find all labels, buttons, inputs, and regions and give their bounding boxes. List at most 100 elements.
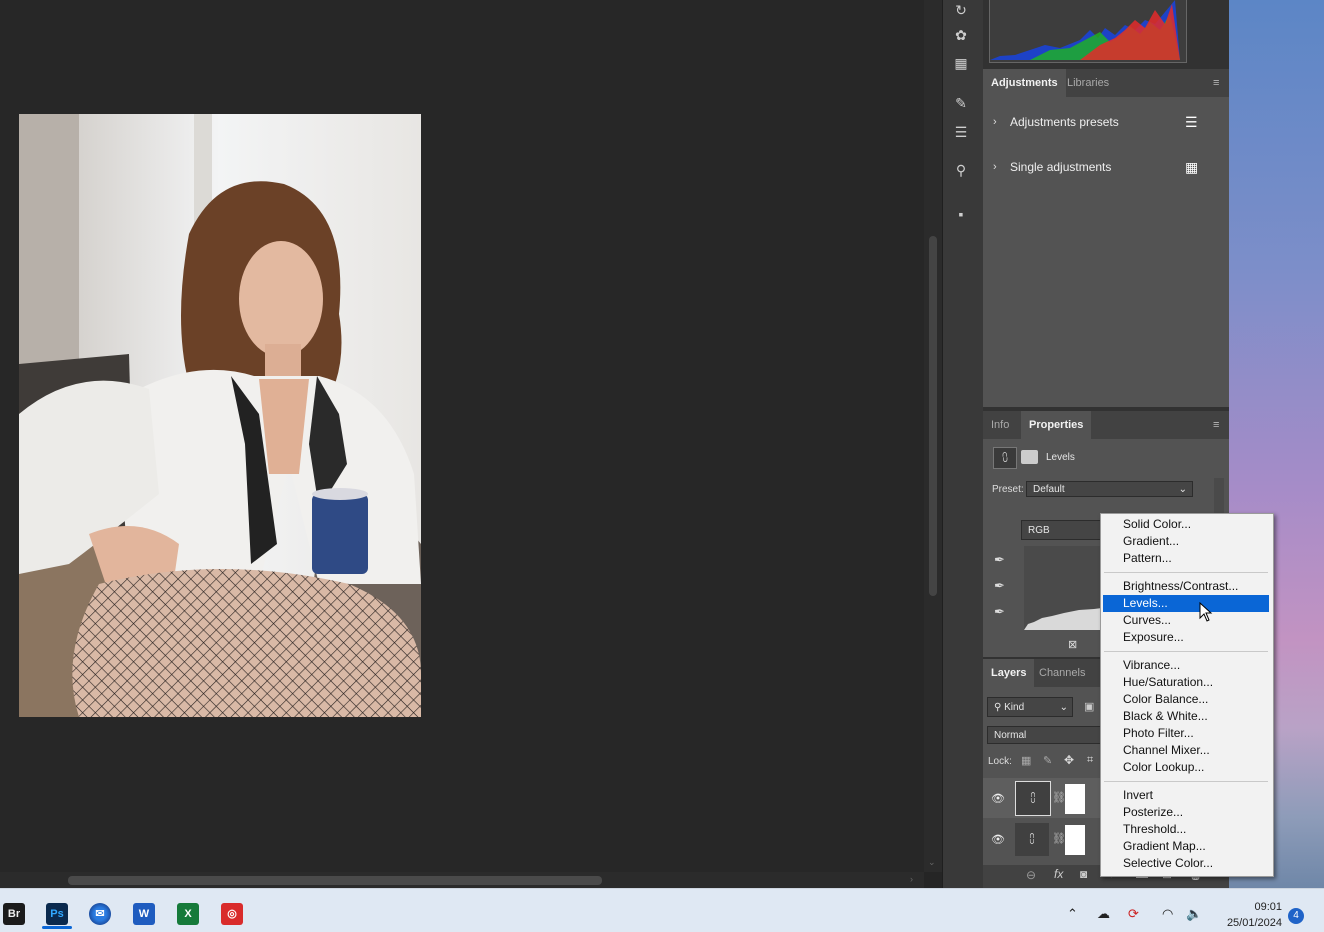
excel-app-icon[interactable]: X — [177, 903, 199, 925]
black-point-eyedropper-icon[interactable]: ✒ — [994, 552, 1005, 568]
lock-position-icon[interactable]: ✥ — [1064, 753, 1074, 767]
adjustments-tabbar: Adjustments Libraries ≡ — [983, 69, 1229, 97]
history-icon[interactable]: ↻ — [950, 0, 972, 20]
menu-item-color-lookup[interactable]: Color Lookup... — [1103, 759, 1269, 776]
panel-menu-icon[interactable]: ≡ — [1213, 420, 1223, 431]
channel-value: RGB — [1028, 525, 1050, 536]
scroll-down-arrow-icon[interactable]: ⌄ — [928, 857, 936, 868]
word-app-icon[interactable]: W — [133, 903, 155, 925]
tab-libraries[interactable]: Libraries — [1059, 69, 1117, 97]
menu-item-selective-color[interactable]: Selective Color... — [1103, 855, 1269, 872]
layer-mask-icon[interactable] — [1021, 450, 1038, 464]
preset-dropdown[interactable]: Default ⌄ — [1026, 481, 1193, 497]
vertical-scroll-thumb[interactable] — [929, 236, 937, 596]
chain-link-icon[interactable]: ⛓ — [1052, 832, 1066, 845]
white-point-eyedropper-icon[interactable]: ✒ — [994, 604, 1005, 620]
lock-transparency-icon[interactable]: ▦ — [1021, 754, 1031, 767]
menu-item-vibrance[interactable]: Vibrance... — [1103, 657, 1269, 674]
notification-badge[interactable]: 4 — [1288, 908, 1304, 924]
visibility-eye-icon[interactable]: 👁 — [991, 792, 1005, 805]
mouse-pointer-icon — [1199, 601, 1213, 625]
clip-to-layer-icon[interactable]: ⊠ — [1068, 638, 1077, 651]
menu-separator — [1104, 572, 1268, 573]
menu-item-gradient[interactable]: Gradient... — [1103, 533, 1269, 550]
glyphs-icon[interactable]: ▪ — [950, 204, 972, 224]
adjustments-panel — [983, 97, 1229, 407]
adjustments-presets-row[interactable]: › Adjustments presets ☰ — [983, 109, 1229, 135]
menu-item-brightness-contrast[interactable]: Brightness/Contrast... — [1103, 578, 1269, 595]
properties-tabbar: Info Properties ≡ — [983, 411, 1229, 439]
tab-adjustments[interactable]: Adjustments — [983, 69, 1066, 97]
menu-item-photo-filter[interactable]: Photo Filter... — [1103, 725, 1269, 742]
recorder-app-icon[interactable]: ◎ — [221, 903, 243, 925]
chevron-up-icon[interactable]: ⌃ — [1067, 906, 1078, 922]
link-layers-icon[interactable]: ⊖ — [1026, 868, 1036, 882]
properties-scrollbar[interactable] — [1214, 478, 1224, 516]
menu-item-threshold[interactable]: Threshold... — [1103, 821, 1269, 838]
menu-item-posterize[interactable]: Posterize... — [1103, 804, 1269, 821]
swatches-grid-icon[interactable]: ▦ — [950, 53, 972, 73]
menu-item-hue-saturation[interactable]: Hue/Saturation... — [1103, 674, 1269, 691]
tab-layers[interactable]: Layers — [983, 659, 1035, 687]
menu-separator — [1104, 781, 1268, 782]
gray-point-eyedropper-icon[interactable]: ✒ — [994, 578, 1005, 594]
menu-item-color-balance[interactable]: Color Balance... — [1103, 691, 1269, 708]
menu-item-gradient-map[interactable]: Gradient Map... — [1103, 838, 1269, 855]
scroll-right-arrow-icon[interactable]: › — [910, 874, 913, 884]
thunderbird-app-icon[interactable]: ✉ — [89, 903, 111, 925]
preset-label: Preset: — [992, 484, 1024, 495]
menu-item-invert[interactable]: Invert — [1103, 787, 1269, 804]
tab-properties[interactable]: Properties — [1021, 411, 1092, 439]
onedrive-cloud-icon[interactable]: ☁ — [1097, 906, 1110, 922]
preset-value: Default — [1033, 484, 1065, 495]
layer-mask-thumbnail[interactable] — [1065, 784, 1085, 814]
channel-dropdown[interactable]: RGB — [1021, 520, 1101, 540]
filter-image-icon[interactable]: ▣ — [1084, 700, 1094, 713]
grid-view-icon[interactable]: ▦ — [1185, 154, 1198, 180]
chevron-down-icon: ⌄ — [1178, 484, 1187, 495]
layer-filter-dropdown[interactable]: ⚲ Kind ⌄ — [987, 697, 1073, 717]
menu-item-black-white[interactable]: Black & White... — [1103, 708, 1269, 725]
chevron-down-icon: ⌄ — [1059, 702, 1068, 713]
menu-item-solid-color[interactable]: Solid Color... — [1103, 516, 1269, 533]
tab-info[interactable]: Info — [983, 411, 1017, 439]
volume-icon[interactable]: 🔈 — [1186, 906, 1202, 922]
document-image[interactable] — [19, 114, 421, 717]
adjustments-sliders-icon[interactable]: ☰ — [950, 122, 972, 142]
adjustments-presets-label: Adjustments presets — [1010, 115, 1119, 129]
menu-item-pattern[interactable]: Pattern... — [1103, 550, 1269, 567]
menu-item-levels[interactable]: Levels... — [1103, 595, 1269, 612]
brush-settings-icon[interactable]: ✎ — [950, 93, 972, 113]
levels-layer-thumbnail-icon[interactable]: ⩇ — [1015, 781, 1051, 816]
bridge-app-icon[interactable]: Br — [3, 903, 25, 925]
levels-adjustment-icon[interactable]: ⩇ — [993, 447, 1017, 469]
list-view-icon[interactable]: ☰ — [1185, 109, 1198, 135]
menu-item-channel-mixer[interactable]: Channel Mixer... — [1103, 742, 1269, 759]
levels-layer-thumbnail-icon[interactable]: ⩇ — [1015, 823, 1049, 856]
layer-mask-thumbnail[interactable] — [1065, 825, 1085, 855]
visibility-eye-icon[interactable]: 👁 — [991, 833, 1005, 846]
wifi-icon[interactable]: ◠ — [1162, 906, 1173, 922]
clock-date[interactable]: 25/01/2024 — [1216, 917, 1282, 929]
clock-time[interactable]: 09:01 — [1236, 901, 1282, 913]
adjustment-layer-menu: Solid Color... Gradient... Pattern... Br… — [1100, 513, 1274, 877]
chevron-right-icon: › — [993, 161, 997, 173]
add-mask-icon[interactable]: ◙ — [1080, 867, 1087, 881]
photoshop-app-icon[interactable]: Ps — [46, 903, 68, 925]
lock-label: Lock: — [988, 756, 1012, 767]
color-palette-icon[interactable]: ✿ — [950, 25, 972, 45]
menu-item-curves[interactable]: Curves... — [1103, 612, 1269, 629]
menu-item-exposure[interactable]: Exposure... — [1103, 629, 1269, 646]
menu-separator — [1104, 651, 1268, 652]
panel-menu-icon[interactable]: ≡ — [1213, 78, 1223, 89]
tab-channels[interactable]: Channels — [1031, 659, 1093, 687]
chain-link-icon[interactable]: ⛓ — [1052, 791, 1066, 804]
horizontal-scroll-thumb[interactable] — [68, 876, 602, 885]
fx-icon[interactable]: fx — [1054, 867, 1063, 881]
sync-icon[interactable]: ⟳ — [1128, 906, 1139, 922]
blend-mode-dropdown[interactable]: Normal — [987, 726, 1102, 744]
clone-source-icon[interactable]: ⚲ — [950, 160, 972, 180]
single-adjustments-row[interactable]: › Single adjustments ▦ — [983, 154, 1229, 180]
lock-artboard-icon[interactable]: ⌗ — [1087, 754, 1093, 767]
lock-pixels-icon[interactable]: ✎ — [1043, 754, 1052, 767]
